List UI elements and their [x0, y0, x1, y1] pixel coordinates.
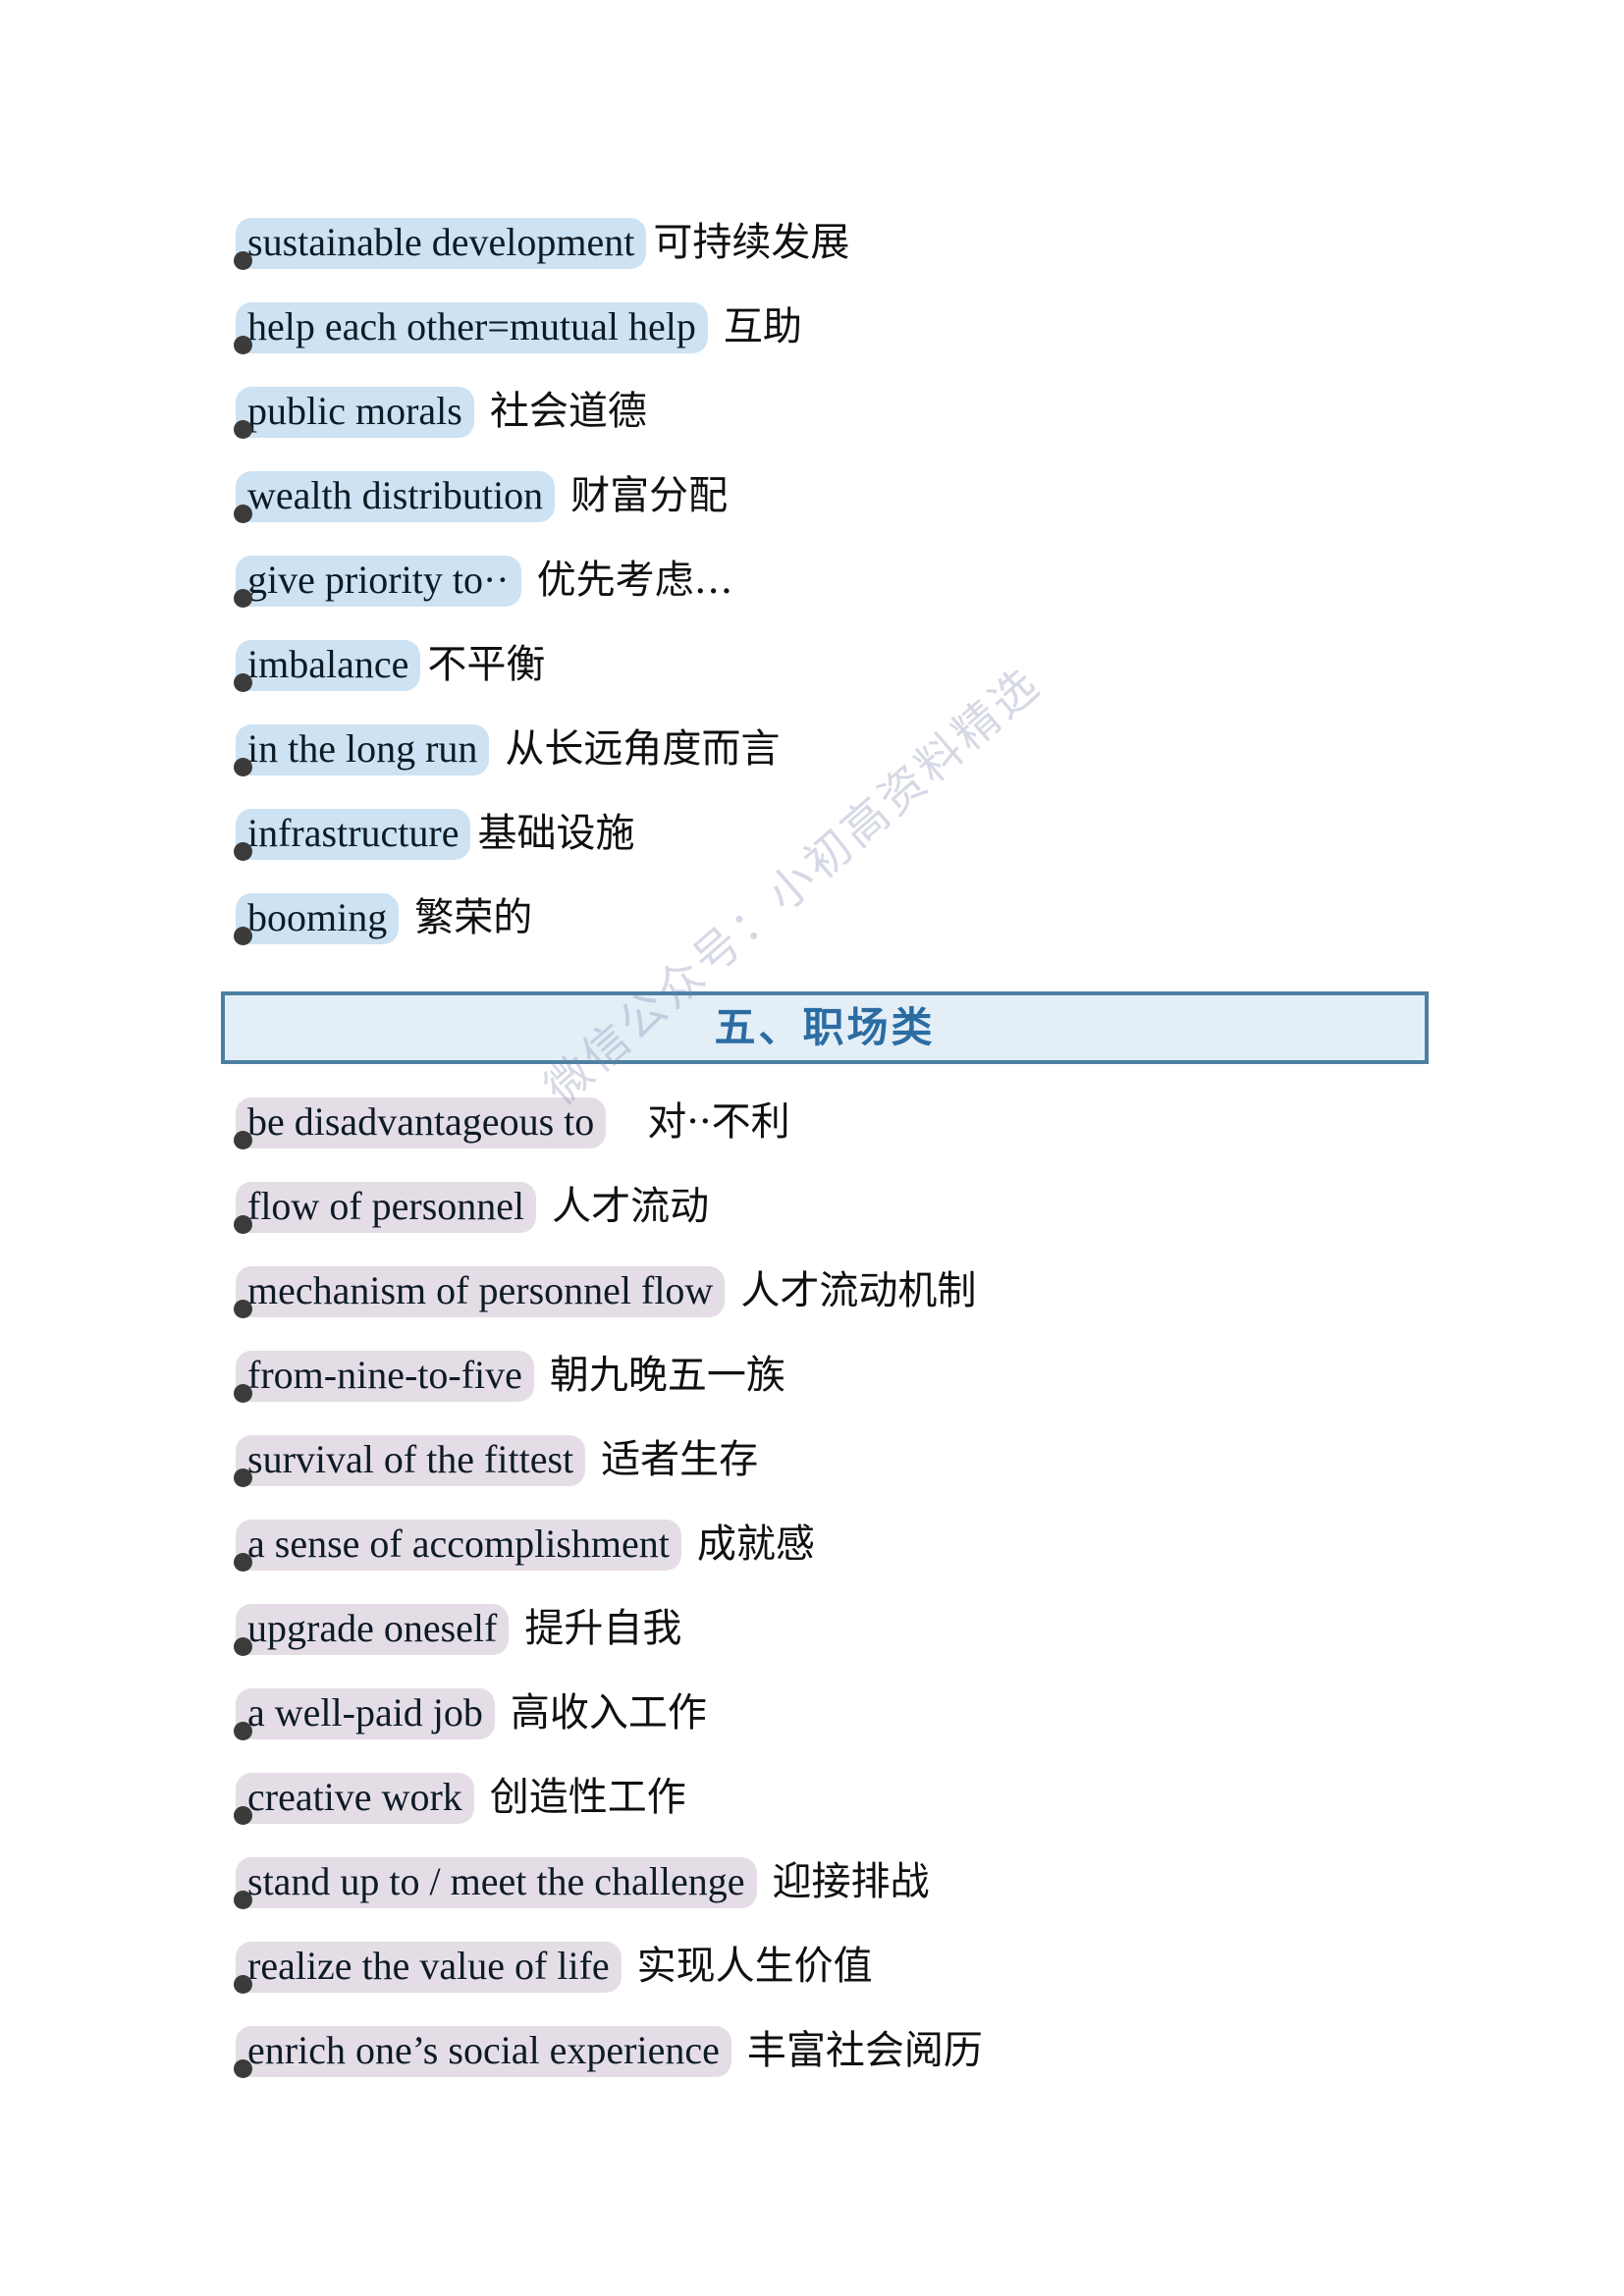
vocabulary-item: survival of the fittest 适者生存: [0, 1435, 1624, 1520]
bullet-icon: [234, 2059, 252, 2078]
vocabulary-item: from-nine-to-five 朝九晚五一族: [0, 1351, 1624, 1435]
bullet-icon: [234, 589, 252, 608]
vocabulary-item: upgrade oneself 提升自我: [0, 1604, 1624, 1688]
vocabulary-item: a sense of accomplishment 成就感: [0, 1520, 1624, 1604]
chinese-translation: 社会道德: [489, 389, 647, 434]
bullet-icon: [234, 1891, 252, 1909]
chinese-translation: 可持续发展: [653, 220, 850, 265]
english-term: public morals: [236, 387, 474, 438]
english-term: flow of personnel: [236, 1182, 537, 1233]
vocabulary-item: be disadvantageous to 对··不利: [0, 1097, 1624, 1182]
english-term: in the long run: [236, 724, 490, 775]
vocabulary-item: enrich one’s social experience 丰富社会阅历: [0, 2026, 1624, 2110]
chinese-translation: 适者生存: [601, 1437, 759, 1482]
document-page: 微信公众号：小初高资料精选 sustainable development 可持续…: [0, 0, 1624, 2296]
english-term: realize the value of life: [236, 1942, 622, 1993]
english-term: a sense of accomplishment: [236, 1520, 681, 1571]
chinese-translation: 迎接排战: [772, 1859, 930, 1904]
bullet-icon: [234, 1300, 252, 1318]
bullet-icon: [234, 1975, 252, 1994]
chinese-translation: 对··不利: [647, 1099, 790, 1145]
bullet-icon: [234, 842, 252, 861]
bullet-icon: [234, 505, 252, 523]
bullet-icon: [234, 758, 252, 776]
vocabulary-item: mechanism of personnel flow 人才流动机制: [0, 1266, 1624, 1351]
chinese-translation: 优先考虑…: [536, 558, 733, 603]
vocabulary-item: imbalance 不平衡: [0, 640, 1624, 724]
english-term: booming: [236, 893, 400, 944]
english-term: give priority to··: [236, 556, 521, 607]
section-banner-wrapper: 五、职场类: [0, 978, 1624, 1084]
chinese-translation: 基础设施: [477, 811, 635, 856]
bullet-icon: [234, 1637, 252, 1656]
english-term: sustainable development: [236, 218, 647, 269]
english-term: a well-paid job: [236, 1688, 495, 1739]
chinese-translation: 高收入工作: [510, 1690, 707, 1735]
english-term: upgrade oneself: [236, 1604, 510, 1655]
vocabulary-item: infrastructure 基础设施: [0, 809, 1624, 893]
vocabulary-item: creative work 创造性工作: [0, 1773, 1624, 1857]
bullet-icon: [234, 1384, 252, 1403]
english-term: stand up to / meet the challenge: [236, 1857, 757, 1908]
english-term: wealth distribution: [236, 471, 556, 522]
bullet-icon: [234, 673, 252, 692]
vocabulary-item: booming 繁荣的: [0, 893, 1624, 978]
bullet-icon: [234, 1806, 252, 1825]
top-margin-spacer: [0, 0, 1624, 218]
english-term: survival of the fittest: [236, 1435, 586, 1486]
chinese-translation: 繁荣的: [414, 895, 533, 940]
chinese-translation: 人才流动机制: [740, 1268, 977, 1313]
section-banner: 五、职场类: [221, 991, 1429, 1064]
vocabulary-item: wealth distribution 财富分配: [0, 471, 1624, 556]
vocabulary-item: sustainable development 可持续发展: [0, 218, 1624, 302]
english-term: imbalance: [236, 640, 421, 691]
document-content: sustainable development 可持续发展 help each ot…: [0, 0, 1624, 2110]
workplace-vocabulary-list: be disadvantageous to 对··不利 flow of person…: [0, 1097, 1624, 2110]
vocabulary-item: give priority to·· 优先考虑…: [0, 556, 1624, 640]
banner-bottom-spacer: [0, 1084, 1624, 1097]
english-term: infrastructure: [236, 809, 471, 860]
bullet-icon: [234, 1553, 252, 1572]
bullet-icon: [234, 927, 252, 945]
english-term: be disadvantageous to: [236, 1097, 607, 1148]
social-vocabulary-list: sustainable development 可持续发展 help each ot…: [0, 218, 1624, 978]
chinese-translation: 实现人生价值: [636, 1944, 873, 1989]
bullet-icon: [234, 336, 252, 354]
vocabulary-item: flow of personnel 人才流动: [0, 1182, 1624, 1266]
bullet-icon: [234, 420, 252, 439]
bullet-icon: [234, 1722, 252, 1740]
bullet-icon: [234, 251, 252, 270]
english-term: creative work: [236, 1773, 474, 1824]
chinese-translation: 财富分配: [570, 473, 729, 518]
english-term: enrich one’s social experience: [236, 2026, 731, 2077]
chinese-translation: 朝九晚五一族: [549, 1353, 785, 1398]
vocabulary-item: realize the value of life 实现人生价值: [0, 1942, 1624, 2026]
vocabulary-item: a well-paid job 高收入工作: [0, 1688, 1624, 1773]
bullet-icon: [234, 1215, 252, 1234]
chinese-translation: 创造性工作: [489, 1775, 686, 1820]
vocabulary-item: stand up to / meet the challenge 迎接排战: [0, 1857, 1624, 1942]
vocabulary-item: in the long run 从长远角度而言: [0, 724, 1624, 809]
chinese-translation: 不平衡: [427, 642, 546, 687]
section-banner-title: 五、职场类: [714, 1004, 936, 1050]
chinese-translation: 提升自我: [524, 1606, 682, 1651]
english-term: help each other=mutual help: [236, 302, 708, 353]
chinese-translation: 人才流动: [552, 1184, 710, 1229]
english-term: mechanism of personnel flow: [236, 1266, 726, 1317]
chinese-translation: 互助: [723, 304, 802, 349]
chinese-translation: 成就感: [696, 1522, 815, 1567]
bullet-icon: [234, 1131, 252, 1149]
chinese-translation: 从长远角度而言: [505, 726, 781, 772]
bullet-icon: [234, 1468, 252, 1487]
chinese-translation: 丰富社会阅历: [746, 2028, 983, 2073]
english-term: from-nine-to-five: [236, 1351, 534, 1402]
vocabulary-item: public morals 社会道德: [0, 387, 1624, 471]
vocabulary-item: help each other=mutual help 互助: [0, 302, 1624, 387]
